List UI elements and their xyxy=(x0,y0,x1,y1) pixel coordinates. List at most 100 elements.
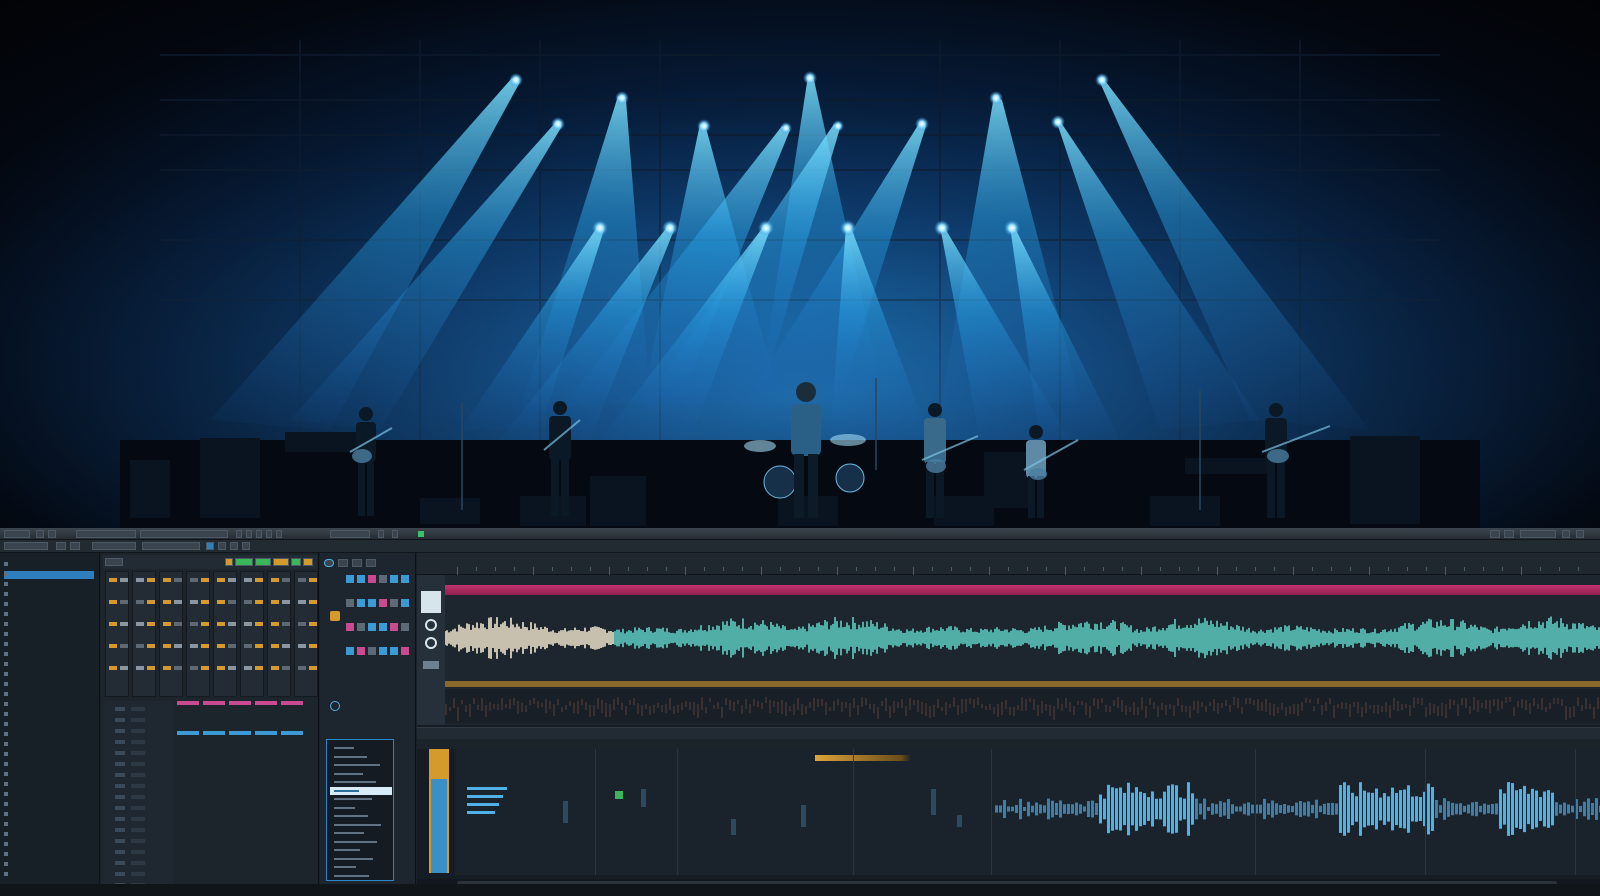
inspector-list-item[interactable] xyxy=(330,812,392,820)
tempo-field[interactable] xyxy=(330,530,370,538)
track-header[interactable] xyxy=(417,575,445,725)
audio-clip-header[interactable] xyxy=(445,585,1600,595)
inspector-list-item[interactable] xyxy=(330,804,392,812)
solo-button[interactable] xyxy=(235,558,253,566)
snap-toggle[interactable] xyxy=(206,542,214,550)
editor-ruler[interactable] xyxy=(417,739,1600,749)
browser-item[interactable] xyxy=(4,651,94,659)
inspector-list-item[interactable] xyxy=(330,761,392,769)
inspector-list-item[interactable] xyxy=(330,821,392,829)
browser-item[interactable] xyxy=(4,841,94,849)
browser-item[interactable] xyxy=(4,681,94,689)
mute-button[interactable] xyxy=(225,558,233,566)
track-name-field[interactable] xyxy=(140,530,228,538)
zoom-toggle[interactable] xyxy=(230,542,238,550)
browser-item[interactable] xyxy=(4,851,94,859)
browser-item[interactable] xyxy=(4,601,94,609)
browser-item[interactable] xyxy=(4,741,94,749)
track-fader[interactable] xyxy=(423,661,439,669)
pan-knob-icon[interactable] xyxy=(425,619,437,631)
loop-icon[interactable] xyxy=(266,530,272,538)
output-button[interactable] xyxy=(303,558,313,566)
power-icon[interactable] xyxy=(324,559,334,567)
browser-tab[interactable] xyxy=(4,542,48,550)
view-toggle[interactable] xyxy=(56,542,66,550)
inspector-list-item[interactable] xyxy=(330,829,392,837)
copy-icon[interactable] xyxy=(338,559,348,567)
inspector-list-item[interactable] xyxy=(330,872,392,880)
timeline-ruler[interactable] xyxy=(417,553,1600,575)
browser-item[interactable] xyxy=(4,871,94,879)
grid-toggle[interactable] xyxy=(218,542,226,550)
audio-track-lane[interactable] xyxy=(445,575,1600,725)
browser-item[interactable] xyxy=(4,821,94,829)
record-icon[interactable] xyxy=(256,530,262,538)
lock-icon[interactable] xyxy=(330,611,340,621)
undo-icon[interactable] xyxy=(36,530,44,538)
metronome-icon[interactable] xyxy=(276,530,282,538)
stop-icon[interactable] xyxy=(246,530,252,538)
region-bar[interactable] xyxy=(445,681,1600,687)
browser-item[interactable] xyxy=(4,711,94,719)
mixer-name-field[interactable] xyxy=(105,558,123,566)
browser-item[interactable] xyxy=(4,761,94,769)
inspector-list-item[interactable] xyxy=(330,778,392,786)
view-dropdown[interactable] xyxy=(92,542,136,550)
close-icon[interactable] xyxy=(1576,530,1584,538)
inspector-list-item[interactable] xyxy=(330,795,392,803)
browser-item[interactable] xyxy=(4,671,94,679)
category-dropdown[interactable] xyxy=(142,542,200,550)
inspector-list-item[interactable] xyxy=(330,846,392,854)
browser-item[interactable] xyxy=(4,771,94,779)
inspector-list-item[interactable] xyxy=(330,863,392,871)
browser-item[interactable] xyxy=(4,831,94,839)
browser-item[interactable] xyxy=(4,861,94,869)
browser-item[interactable] xyxy=(4,751,94,759)
automation-lane[interactable] xyxy=(445,689,1600,723)
monitor-button[interactable] xyxy=(273,558,289,566)
input-button[interactable] xyxy=(291,558,301,566)
browser-item[interactable] xyxy=(4,701,94,709)
inspector-list-item[interactable] xyxy=(330,838,392,846)
project-field[interactable] xyxy=(76,530,136,538)
volume-knob-icon[interactable] xyxy=(425,637,437,649)
automation-tick xyxy=(725,697,727,706)
browser-item[interactable] xyxy=(4,611,94,619)
browser-item[interactable] xyxy=(4,591,94,599)
knob-icon[interactable] xyxy=(330,701,340,711)
browser-item[interactable] xyxy=(4,661,94,669)
minimize-icon[interactable] xyxy=(1562,530,1570,538)
browser-item[interactable] xyxy=(4,621,94,629)
browser-item[interactable] xyxy=(4,581,94,589)
inspector-list-item[interactable] xyxy=(330,855,392,863)
browser-item[interactable] xyxy=(4,811,94,819)
browser-item[interactable] xyxy=(4,641,94,649)
settings-toggle[interactable] xyxy=(242,542,250,550)
browser-item[interactable] xyxy=(4,801,94,809)
inspector-list-item[interactable] xyxy=(330,786,392,795)
browser-item[interactable] xyxy=(4,721,94,729)
browser-item[interactable] xyxy=(4,781,94,789)
browser-item[interactable] xyxy=(4,631,94,639)
play-icon[interactable] xyxy=(236,530,242,538)
inspector-list-item[interactable] xyxy=(330,744,392,752)
paste-icon[interactable] xyxy=(352,559,362,567)
inspector-list-item[interactable] xyxy=(330,753,392,761)
inspector-list-item[interactable] xyxy=(330,770,392,778)
layout-toggle[interactable] xyxy=(70,542,80,550)
automation-tick xyxy=(985,705,987,711)
edit-icon[interactable] xyxy=(366,559,376,567)
folder-icon[interactable] xyxy=(1490,530,1500,538)
file-menu-button[interactable] xyxy=(4,530,30,538)
browser-item[interactable] xyxy=(4,571,94,579)
browser-item[interactable] xyxy=(4,561,94,569)
mixer-pad xyxy=(174,622,182,626)
browser-item[interactable] xyxy=(4,791,94,799)
redo-icon[interactable] xyxy=(48,530,56,538)
browser-item[interactable] xyxy=(4,691,94,699)
gear-icon[interactable] xyxy=(1504,530,1514,538)
arm-button[interactable] xyxy=(255,558,271,566)
browser-item[interactable] xyxy=(4,731,94,739)
midi-editor-lane[interactable] xyxy=(455,749,1600,875)
marker-icon[interactable] xyxy=(378,530,384,538)
